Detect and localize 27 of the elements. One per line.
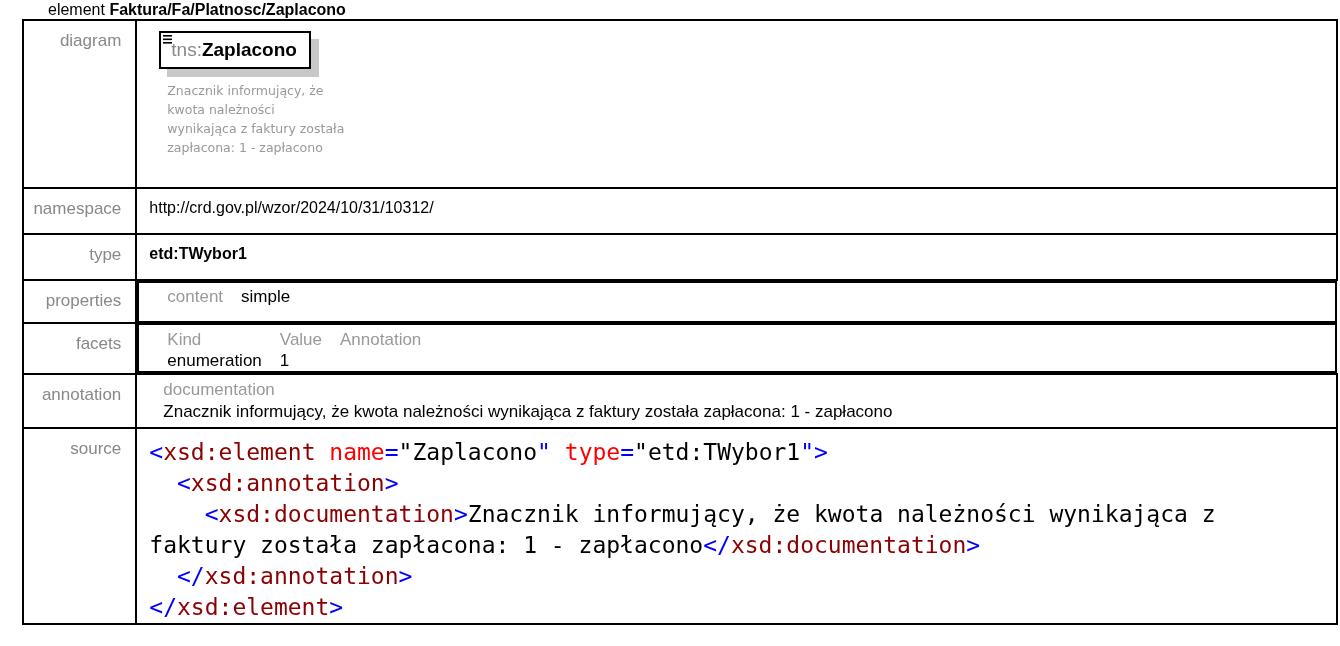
row-label: facets xyxy=(75,334,122,353)
row-label: source xyxy=(70,439,122,458)
column-header: Kind xyxy=(167,329,203,350)
field-value: http://crd.gov.pl/wzor/2024/10/31/10312/ xyxy=(149,199,434,216)
row-label: diagram xyxy=(59,31,122,50)
row-label: annotation xyxy=(41,385,122,404)
page-heading: element Faktura/Fa/Platnosc/Zaplacono xyxy=(47,0,347,19)
code-line: <xsd:documentation>Znacznik informujący, że kwota należności wynikająca z xyxy=(203,500,1217,529)
doc-caption: documentation xyxy=(163,379,276,401)
list-icon xyxy=(163,35,173,44)
code-line: faktury została zapłacona: 1 - zapłacono</xsd:documentation> xyxy=(149,531,982,560)
table-cell-text: 1 xyxy=(279,350,291,371)
code-line: </xsd:annotation> xyxy=(176,562,414,591)
code-line: </xsd:element> xyxy=(149,593,345,622)
code-line: <xsd:element name="Zaplacono" type="etd:TWybor1"> xyxy=(149,438,829,467)
code-line: <xsd:annotation> xyxy=(176,469,400,498)
doc-text: Znacznik informujący, że kwota należności wynikająca z faktury została zapłacona: 1 - zapłacono xyxy=(163,401,894,423)
row-label: type xyxy=(89,245,122,264)
property-value: simple xyxy=(241,287,291,308)
table-cell: enumeration xyxy=(167,350,262,371)
column-header: Annotation xyxy=(340,329,422,350)
property-key: content xyxy=(167,287,224,321)
row-label: properties xyxy=(45,291,122,310)
field-value: etd:TWybor1 xyxy=(149,245,247,262)
column-header: Value xyxy=(279,329,323,350)
row-label: namespace xyxy=(33,199,122,218)
element-note: Znacznik informujący, że kwota należności wynikająca z faktury została zapłacona: 1 - zapłacono xyxy=(167,82,346,157)
